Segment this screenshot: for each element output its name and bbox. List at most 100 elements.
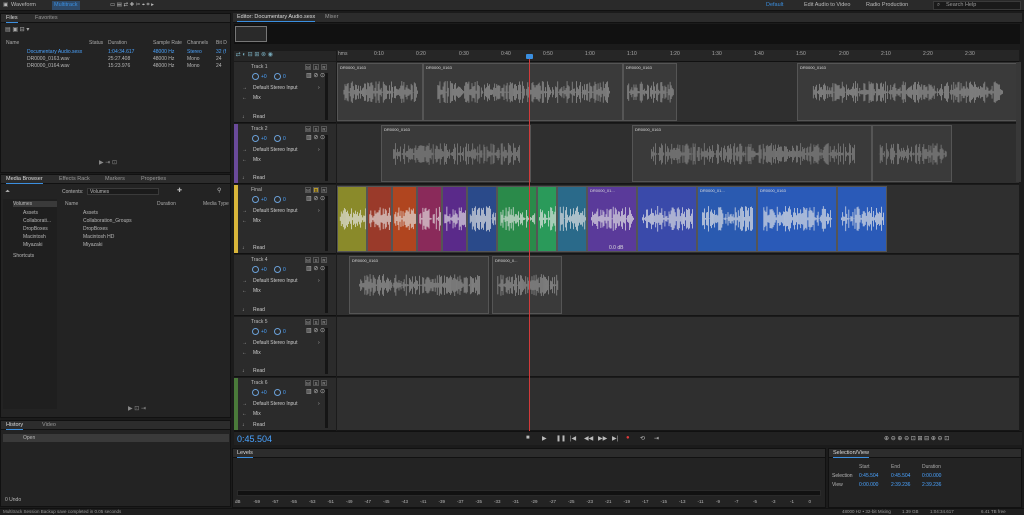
- automation-mode-select[interactable]: Read: [253, 114, 265, 120]
- audio-clip[interactable]: [467, 186, 497, 252]
- audio-clip[interactable]: DR0000_0163: [423, 63, 623, 121]
- multitrack-view-button[interactable]: Multitrack: [52, 1, 80, 10]
- toolbar-icons[interactable]: ▭ ▤ ⇄ ✚ ✂ ⌖ ⌗ ▸: [110, 1, 154, 10]
- pan-value[interactable]: 0: [283, 390, 286, 396]
- audio-clip[interactable]: DR0000_0163: [632, 125, 872, 182]
- tab-mixer[interactable]: Mixer: [325, 13, 338, 22]
- skip-button[interactable]: ⇥: [654, 435, 659, 442]
- track-name[interactable]: Track 2: [251, 126, 267, 132]
- stop-button[interactable]: ■: [526, 435, 530, 441]
- chevron-right-icon[interactable]: ›: [318, 147, 320, 153]
- audio-clip[interactable]: DR0000_0163: [623, 63, 677, 121]
- audio-clip[interactable]: [537, 186, 557, 252]
- track-header[interactable]: Track 5 M S R +0 0 ▥ ⊘ ⊙ → Default Stereo Input ←…: [234, 317, 336, 377]
- chevron-right-icon[interactable]: ›: [318, 278, 320, 284]
- solo-button[interactable]: S: [313, 380, 319, 386]
- pan-value[interactable]: 0: [283, 136, 286, 142]
- list-item[interactable]: DropBoxes: [83, 226, 108, 232]
- audio-clip[interactable]: DR0000_01...: [697, 186, 757, 252]
- rewind-button[interactable]: ◀◀: [584, 435, 593, 442]
- tab-selection-view[interactable]: Selection/View: [833, 449, 869, 458]
- tree-assets[interactable]: Assets: [23, 210, 38, 216]
- pause-button[interactable]: ❚❚: [556, 435, 566, 442]
- track-name[interactable]: Track 5: [251, 319, 267, 325]
- mute-button[interactable]: M: [305, 257, 311, 263]
- track-header[interactable]: Track 2 M S R +0 0 ▥ ⊘ ⊙ → Default Stereo Input ←…: [234, 124, 336, 184]
- selection-duration[interactable]: 0:00.000: [922, 473, 941, 479]
- search-help-input[interactable]: ⌕ Search Help: [933, 1, 1021, 10]
- track-fx-icons[interactable]: ▥ ⊘ ⊙: [306, 73, 325, 79]
- tree-shortcuts[interactable]: Shortcuts: [13, 253, 34, 259]
- waveform-icon[interactable]: ▣: [3, 1, 8, 10]
- audio-clip[interactable]: [872, 125, 952, 182]
- tab-effects-rack[interactable]: Effects Rack: [59, 175, 90, 184]
- tree-miyazaki[interactable]: Miyazaki: [23, 242, 42, 248]
- audio-clip[interactable]: [417, 186, 442, 252]
- volume-knob[interactable]: [252, 135, 259, 142]
- tab-markers[interactable]: Markers: [105, 175, 125, 184]
- audio-clip[interactable]: DR0000_01...: [587, 186, 637, 252]
- track-name[interactable]: Track 4: [251, 257, 267, 263]
- track-input-select[interactable]: Default Stereo Input: [253, 208, 297, 214]
- view-start[interactable]: 0:00.000: [859, 482, 878, 488]
- overview-viewport[interactable]: [235, 26, 267, 42]
- clip-gain-readout[interactable]: 0.0 dB: [609, 245, 623, 251]
- pan-knob[interactable]: [274, 73, 281, 80]
- col-status[interactable]: Status: [89, 40, 103, 46]
- volume-knob[interactable]: [252, 266, 259, 273]
- history-item[interactable]: Open: [3, 434, 229, 442]
- add-icon[interactable]: ✚: [177, 188, 182, 194]
- selection-start[interactable]: 0:45.504: [859, 473, 878, 479]
- mute-button[interactable]: M: [305, 187, 311, 193]
- track-output-select[interactable]: Mix: [253, 157, 261, 163]
- track-fx-icons[interactable]: ▥ ⊘ ⊙: [306, 266, 325, 272]
- track-name[interactable]: Track 1: [251, 64, 267, 70]
- pan-knob[interactable]: [274, 328, 281, 335]
- audio-clip[interactable]: [837, 186, 887, 252]
- mute-button[interactable]: M: [305, 319, 311, 325]
- view-duration[interactable]: 2:39.236: [922, 482, 941, 488]
- tree-dropboxes[interactable]: DropBoxes: [23, 226, 48, 232]
- track-output-select[interactable]: Mix: [253, 350, 261, 356]
- col-channels[interactable]: Channels: [187, 40, 208, 46]
- list-item[interactable]: Collaboration_Groups: [83, 218, 132, 224]
- tab-levels[interactable]: Levels: [237, 449, 253, 458]
- track-fx-icons[interactable]: ▥ ⊘ ⊙: [306, 328, 325, 334]
- audio-clip[interactable]: [637, 186, 697, 252]
- volume-value[interactable]: +0: [261, 329, 267, 335]
- selection-end[interactable]: 0:45.504: [891, 473, 910, 479]
- pan-knob[interactable]: [274, 389, 281, 396]
- pan-value[interactable]: 0: [283, 329, 286, 335]
- volume-value[interactable]: +0: [261, 136, 267, 142]
- track-lane[interactable]: [337, 317, 1019, 377]
- tree-volumes[interactable]: Volumes: [13, 201, 57, 207]
- record-arm-button[interactable]: R: [321, 319, 327, 325]
- track-fx-icons[interactable]: ▥ ⊘ ⊙: [306, 196, 325, 202]
- solo-button[interactable]: S: [313, 257, 319, 263]
- volume-value[interactable]: +0: [261, 267, 267, 273]
- track-header[interactable]: Final M S R +0 0 ▥ ⊘ ⊙ → Default Stereo Input ← Mi…: [234, 185, 336, 254]
- track-input-select[interactable]: Default Stereo Input: [253, 401, 297, 407]
- track-name[interactable]: Track 6: [251, 380, 267, 386]
- track-input-select[interactable]: Default Stereo Input: [253, 147, 297, 153]
- tab-history[interactable]: History: [6, 421, 24, 430]
- tab-video[interactable]: Video: [42, 421, 56, 430]
- volume-knob[interactable]: [252, 328, 259, 335]
- filter-icon[interactable]: ⚲: [217, 188, 221, 194]
- record-arm-button[interactable]: R: [321, 187, 327, 193]
- media-col-duration[interactable]: Duration: [157, 201, 176, 207]
- volume-knob[interactable]: [252, 196, 259, 203]
- solo-button[interactable]: S: [313, 126, 319, 132]
- tab-editor[interactable]: Editor: Documentary Audio.sesx: [237, 13, 316, 22]
- track-output-select[interactable]: Mix: [253, 411, 261, 417]
- waveform-view-button[interactable]: Waveform: [11, 1, 36, 10]
- track-output-select[interactable]: Mix: [253, 95, 261, 101]
- audio-clip[interactable]: DR0000_0163: [349, 256, 489, 314]
- contents-dropdown[interactable]: Volumes: [87, 188, 159, 195]
- audio-clip[interactable]: [442, 186, 467, 252]
- audio-clip[interactable]: DR0000_0...: [492, 256, 562, 314]
- pan-value[interactable]: 0: [283, 74, 286, 80]
- col-duration[interactable]: Duration: [108, 40, 127, 46]
- audio-clip[interactable]: [497, 186, 537, 252]
- chevron-right-icon[interactable]: ›: [318, 85, 320, 91]
